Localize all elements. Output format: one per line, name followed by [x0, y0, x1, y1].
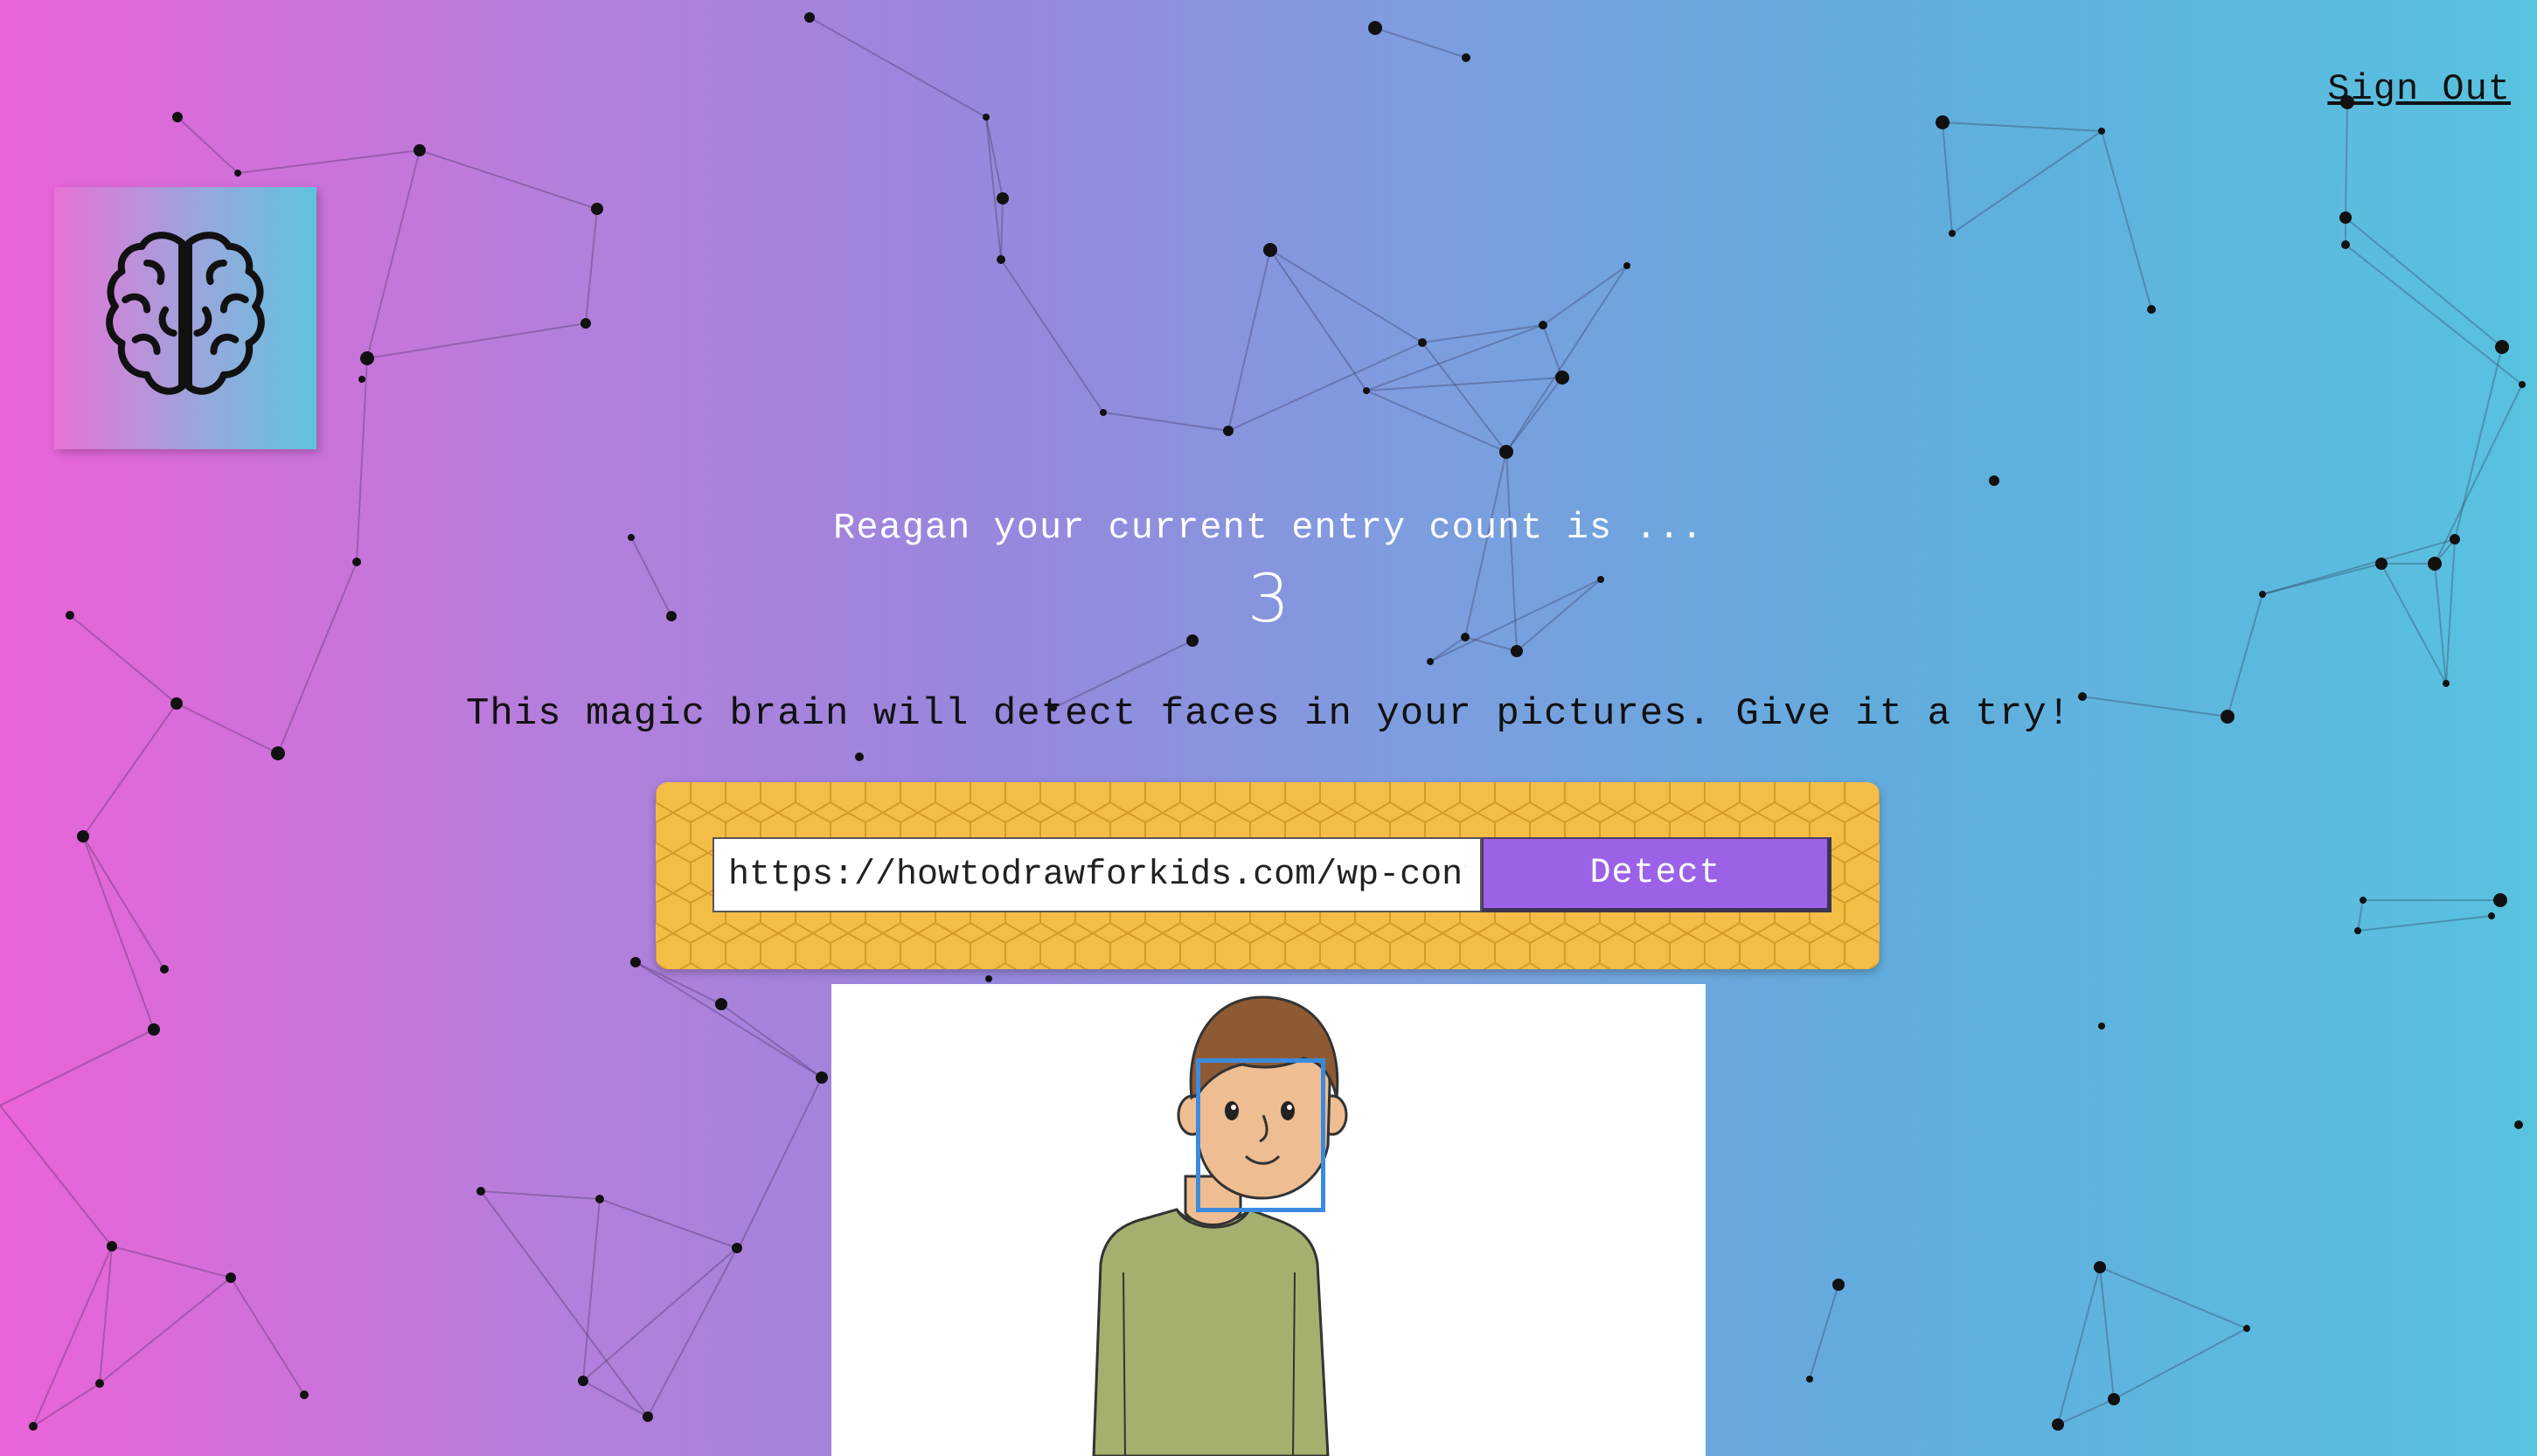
image-url-input[interactable]	[712, 837, 1482, 912]
detect-button[interactable]: Detect	[1482, 837, 1832, 912]
intro-text: This magic brain will detect faces in yo…	[465, 692, 2072, 736]
face-bounding-box	[1196, 1058, 1325, 1212]
image-link-form: Detect	[656, 782, 1880, 969]
sign-out-link[interactable]: Sign Out	[2327, 68, 2511, 110]
face-recognition-image	[831, 984, 1706, 1456]
cartoon-boy-image	[1092, 995, 1348, 1456]
entry-count-message: Reagan your current entry count is ...	[833, 507, 1704, 549]
logo-card[interactable]	[54, 187, 316, 449]
brain-icon	[106, 232, 265, 395]
entry-count-value: 3	[1247, 559, 1290, 637]
